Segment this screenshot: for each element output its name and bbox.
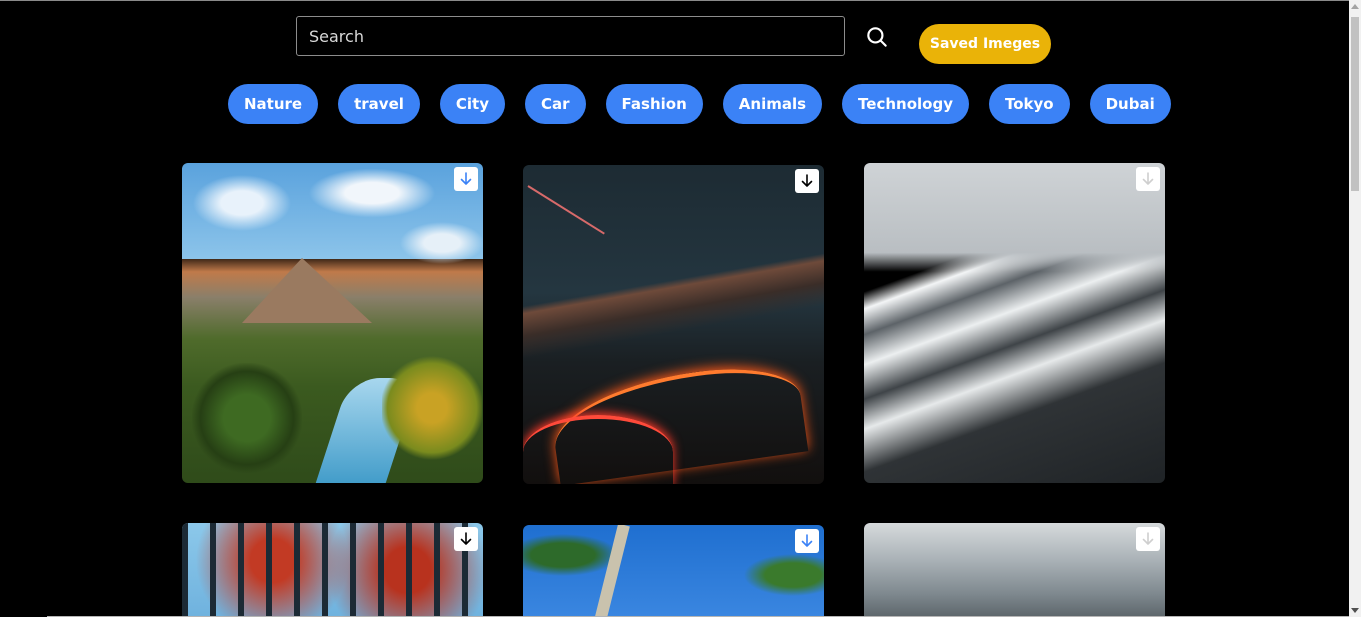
category-chip-car[interactable]: Car: [525, 84, 586, 124]
scroll-down-arrow-icon[interactable]: [1351, 608, 1359, 613]
photo-cloudy-sky: [864, 523, 1165, 617]
image-card-night-road[interactable]: [523, 165, 824, 484]
photo-palm-trees: [523, 525, 824, 617]
image-card-clouds[interactable]: [864, 523, 1165, 617]
scrollbar-thumb[interactable]: [1351, 17, 1359, 191]
image-card-snowy-mountain[interactable]: [864, 163, 1165, 483]
image-card-palms[interactable]: [523, 525, 824, 617]
scroll-up-arrow-icon[interactable]: [1351, 4, 1359, 9]
download-icon[interactable]: [454, 167, 478, 191]
category-chip-animals[interactable]: Animals: [722, 84, 823, 124]
photo-night-highway: [523, 165, 824, 484]
photo-snowy-mountains: [864, 163, 1165, 483]
category-chip-tokyo[interactable]: Tokyo: [988, 84, 1070, 124]
image-card-canyon[interactable]: [182, 163, 483, 483]
vertical-scrollbar[interactable]: [1349, 0, 1361, 617]
category-chip-city[interactable]: City: [439, 84, 506, 124]
photo-autumn-forest: [182, 523, 483, 617]
download-icon[interactable]: [1136, 167, 1160, 191]
category-chip-nature[interactable]: Nature: [228, 84, 319, 124]
window-top-border: [0, 0, 1349, 1]
image-card-forest[interactable]: [182, 523, 483, 617]
download-icon[interactable]: [1136, 527, 1160, 551]
saved-images-button[interactable]: Saved Imeges: [919, 24, 1051, 64]
download-icon[interactable]: [795, 529, 819, 553]
photo-canyon-river: [182, 163, 483, 483]
search-icon[interactable]: [864, 24, 890, 50]
category-chip-fashion[interactable]: Fashion: [605, 84, 703, 124]
download-icon[interactable]: [454, 527, 478, 551]
category-chip-technology[interactable]: Technology: [842, 84, 969, 124]
download-icon[interactable]: [795, 169, 819, 193]
category-chip-travel[interactable]: travel: [338, 84, 420, 124]
category-chip-dubai[interactable]: Dubai: [1089, 84, 1171, 124]
category-chips: Nature travel City Car Fashion Animals T…: [228, 84, 1171, 124]
search-input[interactable]: [296, 16, 845, 56]
